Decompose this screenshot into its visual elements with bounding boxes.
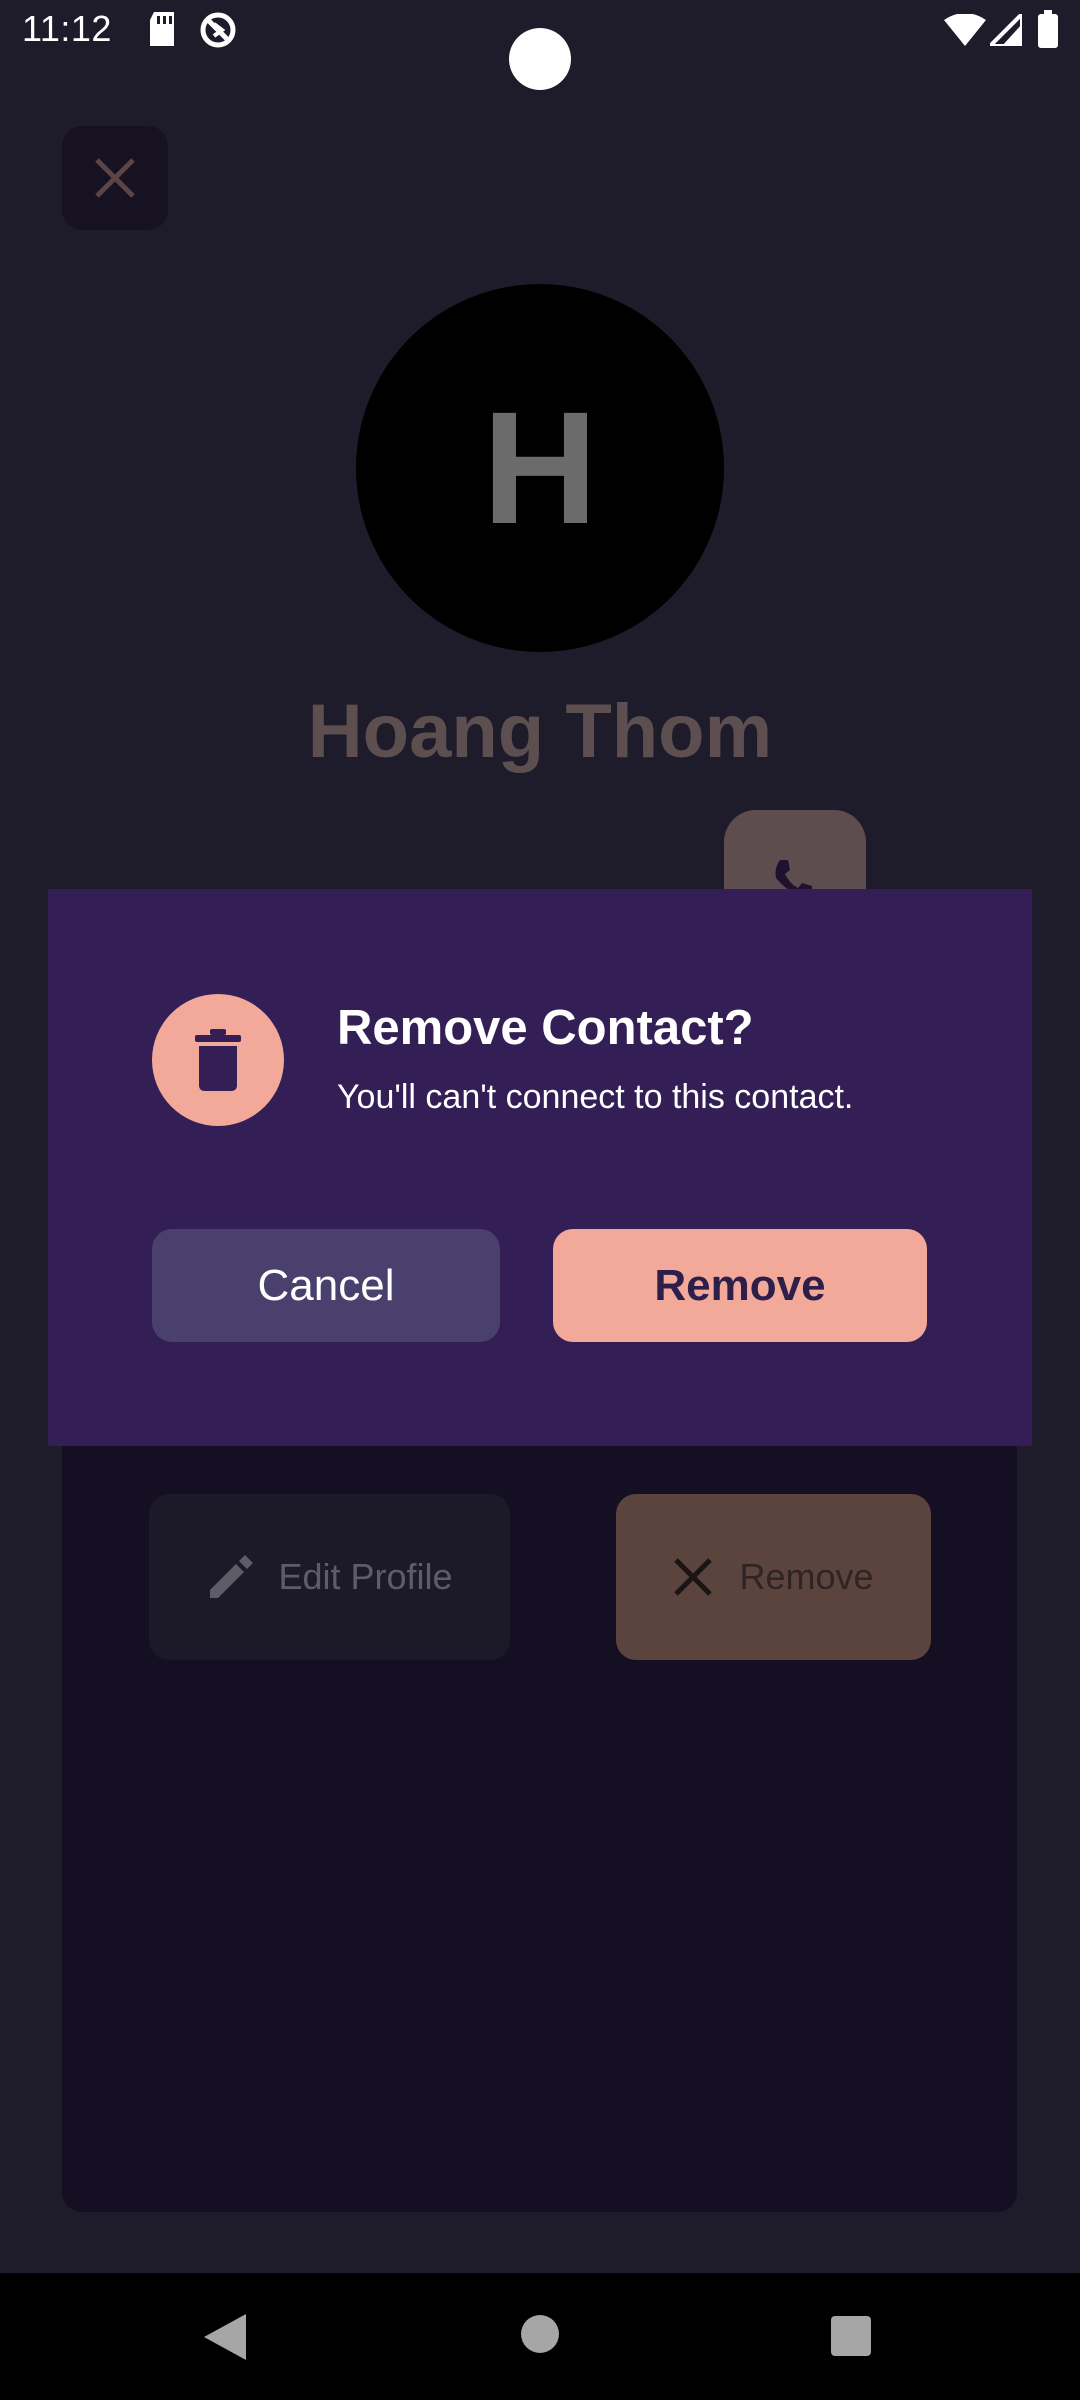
battery-icon (1038, 10, 1058, 48)
home-icon[interactable] (521, 2315, 559, 2353)
status-time: 11:12 (22, 8, 112, 49)
camera-cutout (509, 28, 571, 90)
remove-contact-button[interactable]: Remove (616, 1494, 931, 1660)
edit-profile-button[interactable]: Edit Profile (149, 1494, 510, 1660)
remove-contact-label: Remove (739, 1556, 874, 1597)
cancel-button[interactable]: Cancel (152, 1229, 500, 1342)
pencil-icon (210, 1555, 254, 1598)
signal-icon (990, 14, 1022, 46)
trash-icon (195, 1029, 241, 1091)
contact-name: Hoang Thom (307, 689, 773, 774)
recents-icon[interactable] (831, 2316, 871, 2356)
no-data-icon (200, 12, 236, 48)
wifi-icon (944, 14, 986, 46)
close-icon (95, 158, 135, 198)
close-icon (674, 1558, 713, 1596)
back-icon[interactable] (204, 2314, 246, 2360)
dialog-title: Remove Contact? (337, 1001, 754, 1055)
remove-button[interactable]: Remove (553, 1229, 927, 1342)
avatar-initial: H (482, 378, 598, 557)
dialog-message: You'll can't connect to this contact. (337, 1078, 854, 1116)
remove-contact-dialog (48, 889, 1032, 1446)
close-button[interactable] (62, 126, 168, 230)
sd-card-icon (150, 12, 174, 46)
avatar: H (356, 284, 724, 652)
edit-profile-label: Edit Profile (278, 1556, 453, 1597)
dialog-icon-circle (152, 994, 284, 1126)
